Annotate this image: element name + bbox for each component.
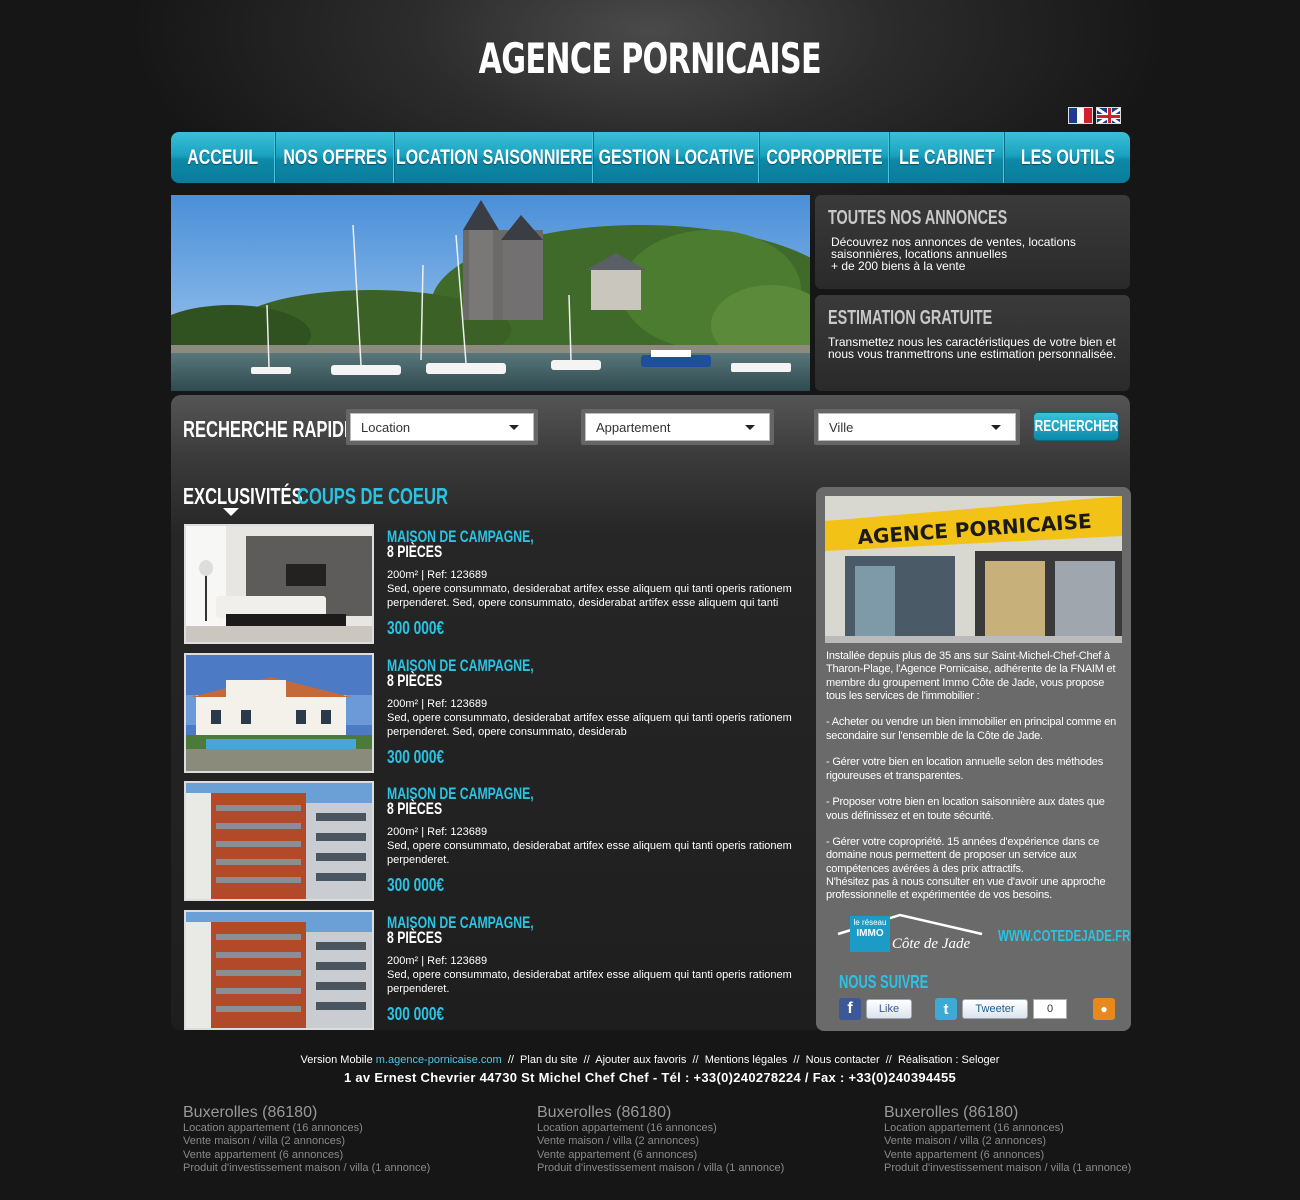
seo-link[interactable]: Produit d'investissement maison / villa … bbox=[537, 1162, 784, 1175]
free-estimate-box[interactable]: ESTIMATION GRATUITE Transmettez nous les… bbox=[815, 295, 1130, 391]
seo-link[interactable]: Produit d'investissement maison / villa … bbox=[183, 1162, 430, 1175]
svg-text:Côte de Jade: Côte de Jade bbox=[892, 936, 971, 952]
listing-price: 300 000€ bbox=[387, 747, 445, 767]
listing-rooms: 8 PIÈCES bbox=[387, 928, 443, 947]
tab-exclusivites[interactable]: EXCLUSIVITÉS bbox=[183, 483, 303, 510]
svg-text:IMMO: IMMO bbox=[856, 928, 883, 939]
chevron-down-icon bbox=[745, 425, 755, 430]
seo-city-link[interactable]: Buxerolles (86180) bbox=[183, 1104, 430, 1122]
listing-thumbnail bbox=[184, 653, 374, 773]
city-select[interactable]: Ville bbox=[814, 409, 1020, 445]
listing-rooms: 8 PIÈCES bbox=[387, 542, 443, 561]
seo-link[interactable]: Produit d'investissement maison / villa … bbox=[884, 1162, 1131, 1175]
hero-image bbox=[171, 195, 810, 391]
chevron-down-icon bbox=[991, 425, 1001, 430]
sitemap-link[interactable]: Plan du site bbox=[520, 1054, 577, 1066]
facebook-icon[interactable]: f bbox=[839, 998, 861, 1020]
agency-storefront-photo: AGENCE PORNICAISE bbox=[825, 496, 1122, 643]
agency-panel: AGENCE PORNICAISE Installée depuis plus … bbox=[816, 487, 1131, 1031]
seo-links-column: Buxerolles (86180) Location appartement … bbox=[884, 1104, 1131, 1175]
facebook-like-button[interactable]: Like bbox=[866, 999, 912, 1019]
french-flag-icon[interactable] bbox=[1068, 107, 1093, 124]
free-estimate-title: ESTIMATION GRATUITE bbox=[828, 307, 993, 329]
listing-description: Sed, opere consummato, desiderabat artif… bbox=[387, 969, 792, 995]
site-title-text: AGENCE PORNICAISE bbox=[478, 34, 822, 83]
tab-coups-de-coeur[interactable]: COUPS DE COEUR bbox=[297, 483, 448, 510]
listing-item[interactable]: MAISON DE CAMPAGNE, 8 PIÈCES 200m² | Ref… bbox=[184, 653, 800, 773]
seo-link[interactable]: Vente maison / villa (2 annonces) bbox=[183, 1135, 430, 1148]
active-tab-pointer bbox=[223, 508, 239, 516]
seo-city-link[interactable]: Buxerolles (86180) bbox=[884, 1104, 1131, 1122]
listing-price: 300 000€ bbox=[387, 1004, 445, 1024]
search-button[interactable]: RECHERCHER bbox=[1033, 412, 1119, 441]
property-type-select[interactable]: Appartement bbox=[581, 409, 774, 445]
listing-price: 300 000€ bbox=[387, 618, 445, 638]
cote-de-jade-logo[interactable]: le réseau IMMO Côte de Jade bbox=[836, 912, 984, 956]
legal-notice-link[interactable]: Mentions légales bbox=[705, 1054, 788, 1066]
contact-link[interactable]: Nous contacter bbox=[806, 1054, 880, 1066]
site-title: AGENCE PORNICAISE bbox=[0, 34, 1300, 83]
seo-city-link[interactable]: Buxerolles (86180) bbox=[537, 1104, 784, 1122]
seo-link[interactable]: Vente maison / villa (2 annonces) bbox=[884, 1135, 1131, 1148]
credits-link[interactable]: Réalisation : Seloger bbox=[898, 1054, 1000, 1066]
listing-description: Sed, opere consummato, desiderabat artif… bbox=[387, 840, 792, 866]
transaction-type-select[interactable]: Location bbox=[346, 409, 538, 445]
listing-meta: 200m² | Ref: 123689 bbox=[387, 955, 488, 967]
all-listings-text: Découvrez nos annonces de ventes, locati… bbox=[831, 235, 1076, 273]
nav-item-gestion-locative[interactable]: GESTION LOCATIVE bbox=[594, 132, 760, 183]
listing-rooms: 8 PIÈCES bbox=[387, 799, 443, 818]
nav-item-le-cabinet[interactable]: LE CABINET bbox=[890, 132, 1005, 183]
tweet-count: 0 bbox=[1033, 999, 1067, 1019]
seo-link[interactable]: Location appartement (16 annonces) bbox=[537, 1122, 784, 1135]
nav-item-location-saisonniere[interactable]: LOCATION SAISONNIERE bbox=[395, 132, 594, 183]
listing-description: Sed, opere consummato, desiderabat artif… bbox=[387, 583, 792, 609]
seo-link[interactable]: Location appartement (16 annonces) bbox=[884, 1122, 1131, 1135]
all-listings-box[interactable]: TOUTES NOS ANNONCES Découvrez nos annonc… bbox=[815, 195, 1130, 289]
seo-link[interactable]: Location appartement (16 annonces) bbox=[183, 1122, 430, 1135]
chevron-down-icon bbox=[509, 425, 519, 430]
all-listings-title: TOUTES NOS ANNONCES bbox=[828, 207, 1008, 229]
follow-us-label: NOUS SUIVRE bbox=[839, 972, 929, 992]
cotedejade-link[interactable]: WWW.COTEDEJADE.FR bbox=[998, 928, 1130, 946]
quick-search-label: RECHERCHE RAPIDE bbox=[183, 416, 356, 442]
seo-link[interactable]: Vente appartement (6 annonces) bbox=[537, 1149, 784, 1162]
listing-item[interactable]: MAISON DE CAMPAGNE, 8 PIÈCES 200m² | Ref… bbox=[184, 781, 800, 901]
listing-meta: 200m² | Ref: 123689 bbox=[387, 569, 488, 581]
footer-links: Version Mobile m.agence-pornicaise.com /… bbox=[300, 1054, 1000, 1066]
add-favorites-link[interactable]: Ajouter aux favoris bbox=[595, 1054, 686, 1066]
agency-description: Installée depuis plus de 35 ans sur Sain… bbox=[826, 650, 1117, 902]
language-switcher bbox=[1068, 107, 1121, 124]
listing-item[interactable]: MAISON DE CAMPAGNE, 8 PIÈCES 200m² | Ref… bbox=[184, 524, 800, 644]
tweet-button[interactable]: Tweeter bbox=[962, 999, 1028, 1019]
free-estimate-text: Transmettez nous les caractéristiques de… bbox=[828, 335, 1117, 361]
svg-text:le réseau: le réseau bbox=[854, 918, 887, 927]
nav-item-nos-offres[interactable]: NOS OFFRES bbox=[276, 132, 395, 183]
listing-thumbnail bbox=[184, 524, 374, 644]
seo-link[interactable]: Vente maison / villa (2 annonces) bbox=[537, 1135, 784, 1148]
main-nav: ACCEUIL NOS OFFRES LOCATION SAISONNIERE … bbox=[171, 132, 1130, 183]
nav-item-acceuil[interactable]: ACCEUIL bbox=[171, 132, 276, 183]
listing-thumbnail bbox=[184, 910, 374, 1030]
seo-links-column: Buxerolles (86180) Location appartement … bbox=[537, 1104, 784, 1175]
agency-address: 1 av Ernest Chevrier 44730 St Michel Che… bbox=[343, 1070, 957, 1085]
listing-item[interactable]: MAISON DE CAMPAGNE, 8 PIÈCES 200m² | Ref… bbox=[184, 910, 800, 1030]
mobile-version-link[interactable]: m.agence-pornicaise.com bbox=[376, 1054, 502, 1066]
seo-link[interactable]: Vente appartement (6 annonces) bbox=[884, 1149, 1131, 1162]
seo-link[interactable]: Vente appartement (6 annonces) bbox=[183, 1149, 430, 1162]
nav-item-copropriete[interactable]: COPROPRIETE bbox=[760, 132, 890, 183]
listing-thumbnail bbox=[184, 781, 374, 901]
twitter-icon[interactable]: t bbox=[935, 998, 957, 1020]
listing-price: 300 000€ bbox=[387, 875, 445, 895]
listing-meta: 200m² | Ref: 123689 bbox=[387, 826, 488, 838]
rss-icon[interactable]: ● bbox=[1093, 998, 1115, 1020]
listing-description: Sed, opere consummato, desiderabat artif… bbox=[387, 712, 792, 738]
listing-rooms: 8 PIÈCES bbox=[387, 671, 443, 690]
nav-item-les-outils[interactable]: LES OUTILS bbox=[1005, 132, 1130, 183]
english-flag-icon[interactable] bbox=[1096, 107, 1121, 124]
seo-links-column: Buxerolles (86180) Location appartement … bbox=[183, 1104, 430, 1175]
listing-meta: 200m² | Ref: 123689 bbox=[387, 698, 488, 710]
